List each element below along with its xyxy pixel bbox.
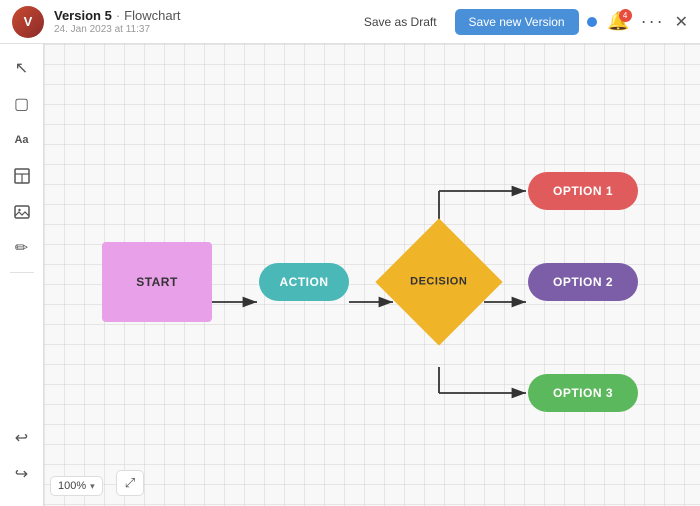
rectangle-tool[interactable]: ▢ (6, 88, 38, 120)
title-sep: · (116, 8, 120, 23)
action-label: ACTION (280, 275, 329, 289)
option3-label: OPTION 3 (553, 386, 613, 400)
option2-label: OPTION 2 (553, 275, 613, 289)
text-tool[interactable]: Aa (6, 124, 38, 156)
document-title: Flowchart (124, 8, 180, 23)
version-label: Version 5 (54, 8, 112, 23)
toolbar-bottom: ↩ ↪ (6, 422, 38, 498)
start-label: START (136, 275, 178, 289)
toolbar-separator (10, 272, 34, 273)
option2-node[interactable]: OPTION 2 (528, 263, 638, 301)
status-dot (587, 17, 597, 27)
action-node[interactable]: ACTION (259, 263, 349, 301)
main-area: ↖ ▢ Aa ✏ ↩ ↪ (0, 44, 700, 506)
close-button[interactable]: ✕ (675, 12, 688, 32)
cursor-tool[interactable]: ↖ (6, 52, 38, 84)
table-tool[interactable] (6, 160, 38, 192)
notification-bell[interactable]: 🔔 4 (605, 8, 633, 36)
document-date: 24. Jan 2023 at 11:37 (54, 24, 344, 35)
save-version-button[interactable]: Save new Version (455, 9, 579, 35)
image-tool[interactable] (6, 196, 38, 228)
save-draft-button[interactable]: Save as Draft (354, 10, 447, 34)
header: V Version 5 · Flowchart 24. Jan 2023 at … (0, 0, 700, 44)
pen-tool[interactable]: ✏ (6, 232, 38, 264)
option1-node[interactable]: OPTION 1 (528, 172, 638, 210)
option3-node[interactable]: OPTION 3 (528, 374, 638, 412)
zoom-dropdown-icon[interactable]: ▾ (90, 481, 95, 492)
expand-button[interactable]: ⤢ (116, 470, 144, 496)
toolbar: ↖ ▢ Aa ✏ ↩ ↪ (0, 44, 44, 506)
undo-button[interactable]: ↩ (6, 422, 38, 454)
zoom-level-label: 100% (58, 480, 86, 492)
title-block: Version 5 · Flowchart 24. Jan 2023 at 11… (54, 8, 344, 35)
notification-badge: 4 (619, 9, 632, 22)
option1-label: OPTION 1 (553, 184, 613, 198)
header-actions: Save as Draft Save new Version 🔔 4 ··· ✕ (354, 8, 688, 36)
canvas[interactable]: START ACTION DECISION OPTION 1 OPTION 2 … (44, 44, 700, 506)
avatar: V (12, 6, 44, 38)
redo-button[interactable]: ↪ (6, 458, 38, 490)
start-node[interactable]: START (102, 242, 212, 322)
decision-label: DECISION (410, 276, 467, 288)
expand-icon: ⤢ (125, 475, 135, 491)
more-options-icon[interactable]: ··· (641, 11, 665, 32)
zoom-control[interactable]: 100% ▾ (50, 476, 103, 496)
